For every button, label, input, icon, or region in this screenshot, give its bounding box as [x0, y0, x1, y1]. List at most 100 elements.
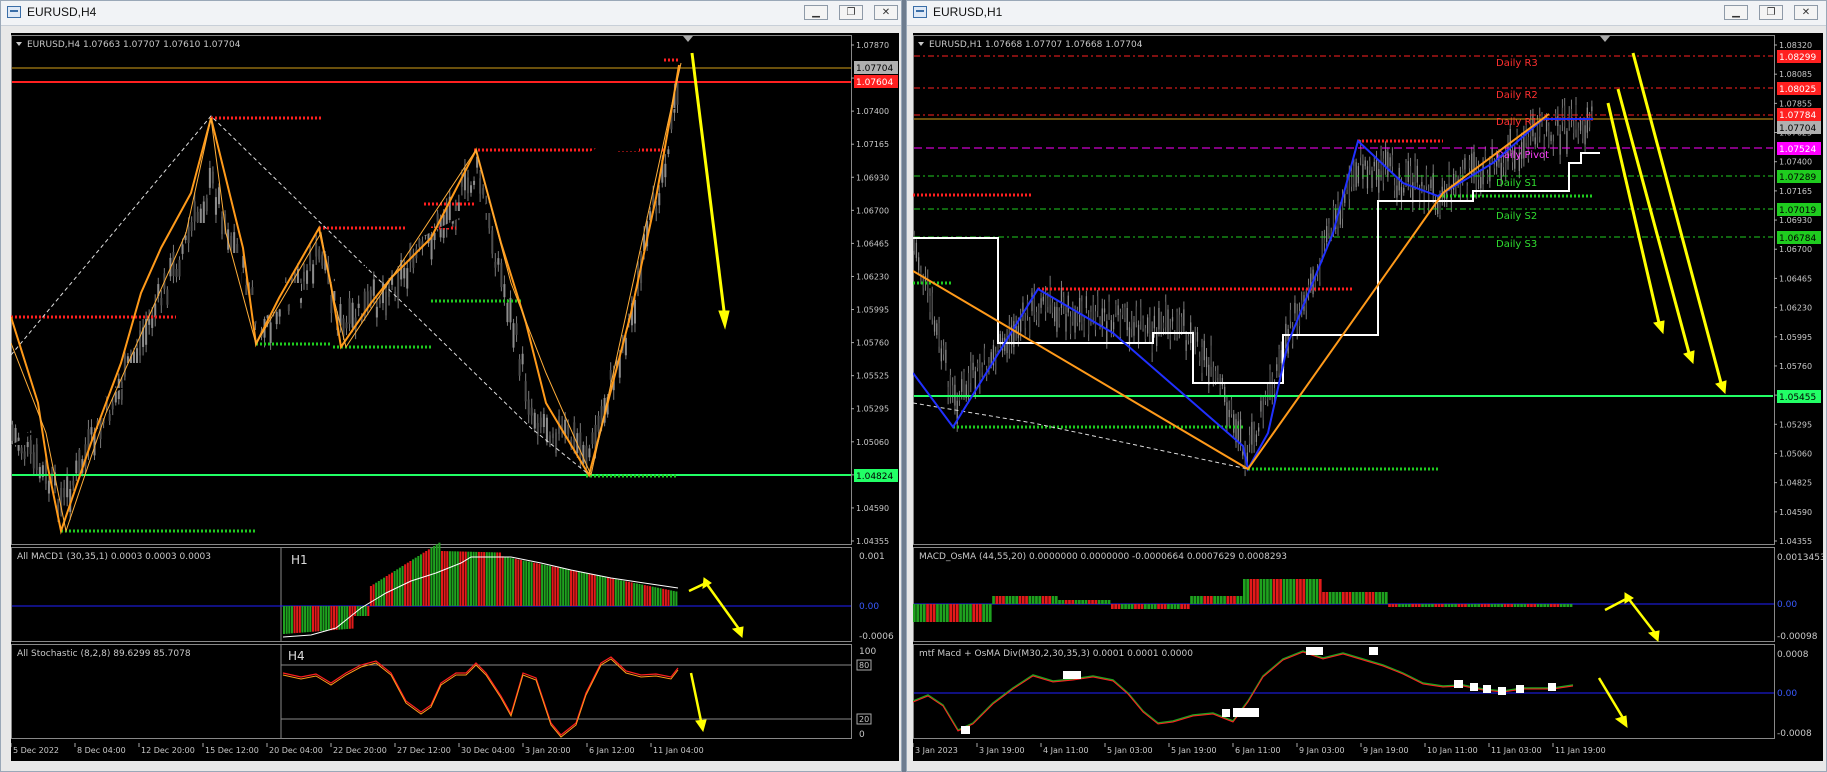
macd-scale-bottom: -0.00098 [1777, 632, 1818, 642]
time-axis-label: 11 Jan 04:00 [653, 746, 704, 755]
window-titlebar[interactable]: EURUSD,H1 ▁ ❐ ✕ [907, 1, 1826, 26]
price-tag-r3: 1.08299 [1779, 53, 1816, 63]
pivot-label-s3: Daily S3 [1496, 239, 1537, 250]
pivot-label-s2: Daily S2 [1496, 211, 1537, 222]
stoch-scale-80: 80 [859, 661, 869, 670]
time-axis-label: 11 Jan 19:00 [1555, 746, 1606, 755]
price-scale-label: 1.05760 [856, 339, 889, 348]
price-tag-current: 1.07704 [1779, 124, 1816, 134]
time-axis-label: 5 Jan 03:00 [1107, 746, 1153, 755]
price-scale-label: 1.04590 [1779, 508, 1812, 517]
chart-area[interactable]: Daily R3 Daily R2 Daily R1 Daily Pivot D… [912, 33, 1826, 761]
price-scale-label: 1.06465 [1779, 274, 1812, 283]
chart-canvas[interactable]: Daily R3 Daily R2 Daily R1 Daily Pivot D… [912, 33, 1826, 761]
maximize-button[interactable]: ❐ [1759, 5, 1783, 20]
price-scale-label: 1.06700 [856, 206, 889, 215]
time-axis-label: 5 Dec 2022 [13, 746, 59, 755]
time-axis-label: 3 Jan 20:00 [525, 746, 571, 755]
time-axis-label: 11 Jan 03:00 [1491, 746, 1542, 755]
mtf-scale-bottom: -0.0008 [1777, 729, 1812, 739]
time-axis-label: 15 Dec 12:00 [205, 746, 259, 755]
price-scale-label: 1.06465 [856, 239, 889, 248]
candles [913, 97, 1593, 477]
chart-shift-marker-icon[interactable] [683, 36, 693, 42]
chart-shift-marker-icon[interactable] [1600, 36, 1610, 42]
price-scale-label: 1.06230 [1779, 304, 1812, 313]
price-scale-label: 1.04825 [1779, 479, 1812, 488]
minimize-button[interactable]: ▁ [1724, 5, 1748, 20]
time-axis-label: 9 Jan 03:00 [1299, 746, 1345, 755]
chart-header: EURUSD,H4 1.07663 1.07707 1.07610 1.0770… [27, 40, 241, 50]
price-scale-label: 1.05295 [856, 405, 889, 414]
price-tag-pivot: 1.07524 [1779, 145, 1816, 155]
dashed-trendline [912, 402, 1249, 470]
pivot-levels [914, 55, 1773, 238]
chart-area[interactable]: 1.078701.076351.074001.071651.069301.067… [10, 33, 899, 761]
time-axis-label: 3 Jan 2023 [915, 746, 958, 755]
mtf-scale-top: 0.0008 [1777, 650, 1809, 660]
macd-header: MACD_OsMA (44,55,20) 0.0000000 0.0000000… [919, 552, 1287, 562]
macd-scale-zero: 0.00 [859, 602, 879, 612]
price-scale-label: 1.04355 [1779, 537, 1812, 546]
time-axis-label: 6 Jan 11:00 [1235, 746, 1281, 755]
price-tag-support: 1.05455 [1779, 393, 1816, 403]
stoch-timeframe-label: H4 [288, 649, 305, 663]
time-axis-label: 30 Dec 04:00 [461, 746, 515, 755]
price-scale-label: 1.07855 [1779, 99, 1812, 108]
sell-arrow-macd [688, 577, 744, 639]
macd-scale-bottom: -0.0006 [859, 632, 894, 642]
chart-window-icon [913, 6, 927, 18]
price-scale-label: 1.07870 [856, 41, 889, 50]
time-axis-label: 12 Dec 20:00 [141, 746, 195, 755]
time-axis-label: 8 Dec 04:00 [77, 746, 126, 755]
price-scale-label: 1.07165 [856, 140, 889, 149]
price-scale-label: 1.05995 [856, 306, 889, 315]
price-tag-r2: 1.08025 [1779, 85, 1816, 95]
time-axis-label: 6 Jan 12:00 [589, 746, 635, 755]
price-scale-label: 1.05525 [856, 372, 889, 381]
stoch-scale-100: 100 [859, 647, 876, 657]
time-axis-label: 20 Dec 04:00 [269, 746, 323, 755]
chart-window-eurusd-h1[interactable]: EURUSD,H1 ▁ ❐ ✕ Daily R3 Daily R2 Daily … [906, 0, 1827, 772]
stoch-main-line [282, 656, 679, 736]
window-title: EURUSD,H4 [27, 5, 97, 19]
macd-timeframe-label: H1 [291, 553, 308, 567]
minimize-button[interactable]: ▁ [804, 5, 828, 20]
window-titlebar[interactable]: EURUSD,H4 ▁ ❐ ✕ [1, 1, 901, 26]
chart-canvas[interactable]: 1.078701.076351.074001.071651.069301.067… [10, 33, 899, 761]
chart-window-eurusd-h4[interactable]: EURUSD,H4 ▁ ❐ ✕ 1.07870 1.07400 1.07165 … [0, 0, 902, 772]
time-axis-label: 3 Jan 19:00 [979, 746, 1025, 755]
price-scale-label: 1.06930 [856, 173, 889, 182]
time-axis: 5 Dec 2022 8 Dec 04:00 12 Dec 20:00 15 Dec … [10, 743, 704, 755]
price-scale-label: 1.04355 [856, 537, 889, 546]
time-axis-label: 22 Dec 20:00 [333, 746, 387, 755]
macd-histogram [283, 542, 678, 634]
stoch-signal-line [282, 658, 679, 738]
price-scale-label: 1.07400 [1779, 158, 1812, 167]
macd-scale-top: 0.0013453 [1777, 553, 1823, 563]
header-dropdown-icon[interactable] [918, 42, 924, 46]
main-pane-frame [11, 35, 852, 545]
header-dropdown-icon[interactable] [16, 42, 22, 46]
close-button[interactable]: ✕ [874, 5, 898, 20]
price-scale-label: 1.08085 [1779, 70, 1812, 79]
mtf-signal-line [912, 651, 1574, 732]
sell-arrow-stoch [689, 672, 707, 733]
mtf-header: mtf Macd + OsMA Div(M30,2,30,35,3) 0.000… [919, 649, 1193, 659]
price-scale-label: 1.08320 [1779, 41, 1812, 50]
price-scale-label: 1.05760 [1779, 362, 1812, 371]
price-scale-label: 1.06930 [1779, 216, 1812, 225]
fractal-levels [913, 117, 1593, 471]
mtf-scale-zero: 0.00 [1777, 689, 1797, 699]
price-tag-s1: 1.07289 [1779, 173, 1816, 183]
maximize-button[interactable]: ❐ [839, 5, 863, 20]
price-tag-s3: 1.06784 [1779, 234, 1816, 244]
divergence-markers [961, 647, 1556, 734]
close-button[interactable]: ✕ [1794, 5, 1818, 20]
sell-arrows-main [1606, 52, 1727, 395]
pivot-label-s1: Daily S1 [1496, 178, 1537, 189]
price-scale-label: 1.05060 [1779, 449, 1812, 458]
price-scale-label: 1.07400 [856, 107, 889, 116]
chart-window-icon [7, 6, 21, 18]
support-price-tag-text: 1.04824 [856, 472, 893, 482]
